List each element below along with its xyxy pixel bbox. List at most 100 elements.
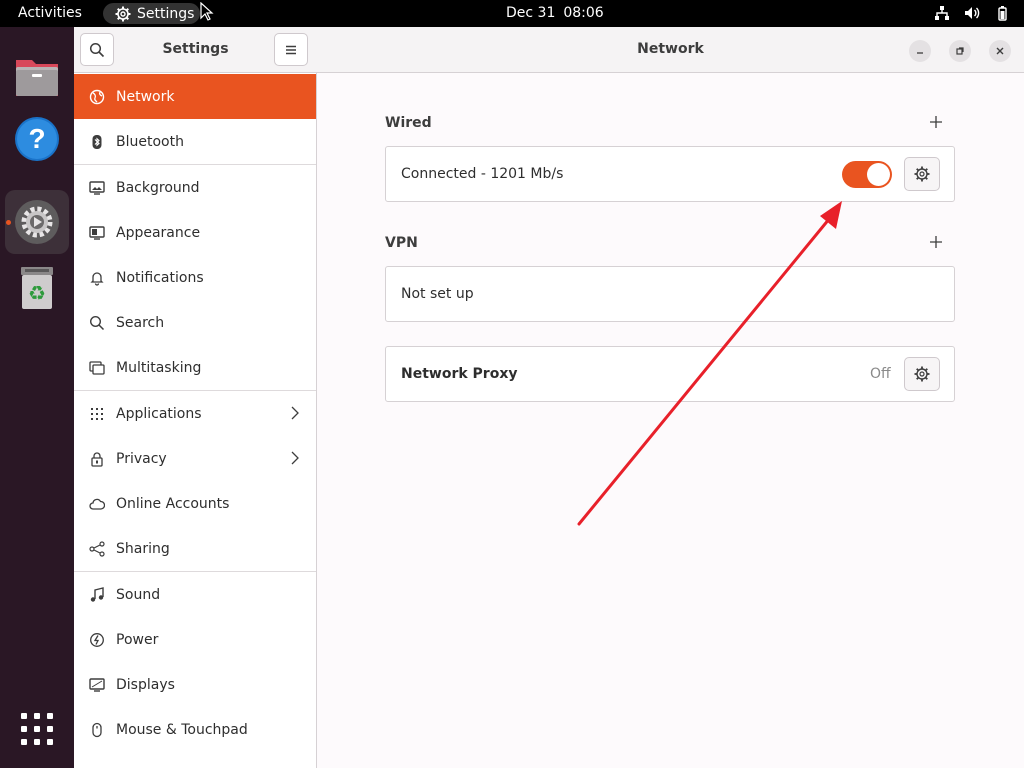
monitor-icon bbox=[89, 180, 105, 195]
vpn-row: Not set up bbox=[385, 266, 955, 322]
settings-icon bbox=[15, 200, 59, 244]
minimize-button[interactable] bbox=[909, 40, 931, 62]
clock[interactable]: Dec 31 08:06 bbox=[506, 5, 604, 21]
sidebar-item-label: Online Accounts bbox=[116, 495, 230, 512]
trash-icon: ♻ bbox=[21, 267, 53, 309]
sidebar-item-online-accounts[interactable]: Online Accounts bbox=[74, 481, 316, 526]
menu-button[interactable] bbox=[274, 33, 308, 66]
vpn-status: Not set up bbox=[401, 286, 474, 302]
add-wired-button[interactable] bbox=[930, 116, 942, 128]
dock: ? ♻ bbox=[0, 27, 74, 768]
sidebar-item-sound[interactable]: Sound bbox=[74, 572, 316, 617]
sidebar-item-label: Bluetooth bbox=[116, 133, 184, 150]
top-bar: Activities Settings Dec 31 08:06 bbox=[0, 0, 1024, 27]
sidebar-item-privacy[interactable]: Privacy bbox=[74, 436, 316, 481]
wired-settings-button[interactable] bbox=[904, 157, 940, 191]
volume-icon bbox=[965, 7, 980, 19]
sidebar-item-multitasking[interactable]: Multitasking bbox=[74, 345, 316, 390]
gear-icon bbox=[914, 166, 930, 182]
dock-settings[interactable] bbox=[5, 190, 69, 254]
sidebar-item-label: Mouse & Touchpad bbox=[116, 721, 248, 738]
add-vpn-button[interactable] bbox=[930, 236, 942, 248]
running-indicator bbox=[6, 220, 11, 225]
music-note-icon bbox=[90, 586, 104, 602]
toggle-knob bbox=[867, 163, 890, 186]
wired-connection-row: Connected - 1201 Mb/s bbox=[385, 146, 955, 202]
system-tray[interactable] bbox=[934, 5, 1010, 21]
app-menu-label: Settings bbox=[137, 5, 195, 22]
clock-date: Dec 31 bbox=[506, 5, 556, 21]
sidebar-item-sharing[interactable]: Sharing bbox=[74, 526, 316, 571]
sidebar-item-label: Background bbox=[116, 179, 200, 196]
display-icon bbox=[89, 677, 105, 692]
globe-icon bbox=[89, 89, 105, 104]
app-menu[interactable]: Settings bbox=[103, 3, 200, 24]
wired-toggle[interactable] bbox=[842, 161, 892, 188]
vpn-heading: VPN bbox=[385, 235, 418, 251]
activities-button[interactable]: Activities bbox=[18, 5, 82, 21]
hamburger-icon bbox=[286, 45, 296, 54]
sidebar-item-mouse-touchpad[interactable]: Mouse & Touchpad bbox=[74, 707, 316, 752]
sidebar-item-label: Sharing bbox=[116, 540, 170, 557]
sidebar-item-label: Notifications bbox=[116, 269, 204, 286]
dock-trash[interactable]: ♻ bbox=[5, 256, 69, 320]
chevron-right-icon bbox=[291, 451, 299, 465]
search-icon bbox=[89, 315, 105, 330]
close-icon bbox=[996, 47, 1004, 55]
network-proxy-row[interactable]: Network Proxy Off bbox=[385, 346, 955, 402]
svg-text:♻: ♻ bbox=[28, 281, 46, 305]
bell-icon bbox=[90, 271, 104, 286]
sidebar-item-appearance[interactable]: Appearance bbox=[74, 210, 316, 255]
settings-window: Settings Network Bluetooth Background Ap… bbox=[74, 27, 1024, 768]
share-icon bbox=[89, 540, 105, 557]
sidebar-item-label: Network bbox=[116, 88, 175, 105]
sidebar: Settings Network Bluetooth Background Ap… bbox=[74, 27, 317, 768]
sidebar-item-displays[interactable]: Displays bbox=[74, 662, 316, 707]
minimize-icon bbox=[917, 52, 923, 54]
sidebar-item-applications[interactable]: Applications bbox=[74, 391, 316, 436]
multitasking-icon bbox=[89, 360, 105, 375]
clock-time: 08:06 bbox=[563, 5, 604, 21]
proxy-label: Network Proxy bbox=[401, 366, 518, 382]
bluetooth-icon bbox=[92, 134, 102, 149]
restore-icon bbox=[956, 47, 964, 55]
sidebar-item-label: Privacy bbox=[116, 450, 167, 467]
sidebar-item-label: Displays bbox=[116, 676, 175, 693]
appearance-icon bbox=[89, 225, 105, 240]
cloud-icon bbox=[89, 498, 105, 510]
sidebar-item-label: Multitasking bbox=[116, 359, 202, 376]
sidebar-item-label: Applications bbox=[116, 405, 202, 422]
proxy-state: Off bbox=[870, 366, 891, 382]
dock-files[interactable] bbox=[5, 44, 69, 108]
sidebar-item-power[interactable]: Power bbox=[74, 617, 316, 662]
sidebar-item-network[interactable]: Network bbox=[74, 74, 316, 119]
sidebar-item-label: Appearance bbox=[116, 224, 201, 241]
network-icon bbox=[935, 6, 949, 20]
sidebar-item-bluetooth[interactable]: Bluetooth bbox=[74, 119, 316, 164]
dock-help[interactable]: ? bbox=[5, 107, 69, 171]
proxy-settings-button[interactable] bbox=[904, 357, 940, 391]
sidebar-header: Settings bbox=[74, 27, 317, 73]
gear-icon bbox=[914, 366, 930, 382]
sidebar-item-label: Search bbox=[116, 314, 165, 331]
maximize-button[interactable] bbox=[949, 40, 971, 62]
chevron-right-icon bbox=[291, 406, 299, 420]
gear-icon bbox=[115, 6, 131, 21]
files-icon bbox=[16, 60, 58, 96]
sidebar-item-background[interactable]: Background bbox=[74, 165, 316, 210]
lock-icon bbox=[91, 451, 103, 467]
apps-grid-icon[interactable] bbox=[21, 713, 53, 745]
svg-text:?: ? bbox=[28, 123, 45, 154]
sidebar-item-label: Sound bbox=[116, 586, 161, 603]
mouse-cursor bbox=[200, 2, 214, 21]
battery-icon bbox=[998, 6, 1007, 21]
apps-icon bbox=[91, 407, 103, 420]
wired-heading: Wired bbox=[385, 115, 432, 131]
wired-status: Connected - 1201 Mb/s bbox=[401, 166, 564, 182]
sidebar-item-notifications[interactable]: Notifications bbox=[74, 255, 316, 300]
power-icon bbox=[90, 632, 104, 647]
close-button[interactable] bbox=[989, 40, 1011, 62]
mouse-icon bbox=[92, 722, 102, 737]
content-header: Network bbox=[317, 27, 1024, 73]
sidebar-item-search[interactable]: Search bbox=[74, 300, 316, 345]
